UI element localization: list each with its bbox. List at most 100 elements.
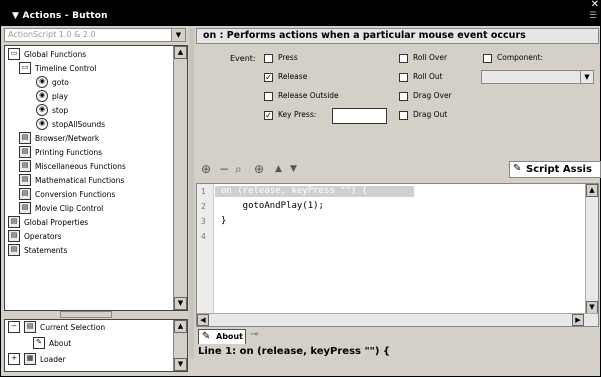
add-statement-icon[interactable]: ⊕	[201, 162, 211, 176]
toolbox-item-printing-functions[interactable]: ▤ Printing Functions	[19, 146, 102, 160]
toolbox-item-goto[interactable]: ◉ goto	[36, 76, 69, 90]
scroll-down-icon[interactable]: ▼	[174, 297, 187, 310]
roll-out-label: Roll Out	[413, 72, 443, 81]
circle-arrow-icon: ◉	[36, 104, 48, 116]
tab-about-label: About	[216, 332, 243, 341]
component-checkbox[interactable]	[483, 54, 492, 63]
chevron-down-icon[interactable]: ▼	[580, 71, 593, 83]
key-press-label: Key Press:	[278, 110, 317, 119]
toolbox-item-label: Miscellaneous Functions	[35, 162, 126, 171]
toolbox-item-label: play	[52, 92, 68, 101]
toolbox-splitter-handle[interactable]	[60, 311, 112, 318]
panel-title-bar[interactable]: ▼ Actions - Button ☰	[0, 10, 601, 25]
roll-over-label: Roll Over	[413, 53, 448, 62]
status-bar: Line 1: on (release, keyPress "") {	[196, 346, 599, 360]
drag-over-checkbox[interactable]	[399, 92, 408, 101]
scroll-up-icon[interactable]: ▲	[174, 320, 187, 333]
toolbox-item-label: stopAllSounds	[52, 120, 106, 129]
panel-title[interactable]: ▼ Actions - Button	[12, 11, 108, 21]
collapse-icon[interactable]: −	[8, 321, 20, 333]
panel-menu-icon[interactable]: ☰	[589, 11, 597, 21]
book-closed-icon: ▤	[19, 160, 31, 172]
toolbox-item-label: stop	[52, 106, 69, 115]
toolbox-item-label: Statements	[24, 246, 68, 255]
button-symbol-icon: ✎	[33, 337, 45, 349]
release-checkbox[interactable]: ✓	[264, 73, 273, 82]
book-closed-icon: ▤	[19, 202, 31, 214]
toolbox-item-label: Global Functions	[24, 50, 87, 59]
drag-out-checkbox[interactable]	[399, 111, 408, 120]
button-symbol-icon: ✎	[202, 331, 211, 342]
book-closed-icon: ▤	[19, 132, 31, 144]
scroll-up-icon[interactable]: ▲	[586, 184, 598, 197]
pencil-icon: ✎	[513, 163, 522, 174]
navigator-scrollbar[interactable]: ▲ ▼	[173, 320, 187, 371]
toolbox-item-stop[interactable]: ◉ stop	[36, 104, 68, 118]
release-label: Release	[278, 72, 308, 81]
key-press-checkbox[interactable]: ✓	[264, 111, 273, 120]
component-select[interactable]: ▼	[481, 70, 594, 84]
toolbox-item-conversion-functions[interactable]: ▤ Conversion Functions	[19, 188, 115, 202]
tab-about[interactable]: ✎ About	[198, 329, 246, 344]
script-navigator: − ▤ Current Selection ✎ About + ▦ Loader ▲ ▼	[4, 319, 188, 372]
toolbox-item-label: Timeline Control	[35, 64, 97, 73]
panel-divider[interactable]	[189, 28, 194, 358]
line-number: 3	[201, 217, 206, 226]
action-description: on : Performs actions when a particular …	[203, 30, 526, 41]
release-outside-checkbox[interactable]	[264, 92, 273, 101]
move-up-icon[interactable]: ▲	[275, 164, 282, 174]
top-bar: ✕	[0, 0, 601, 10]
roll-over-checkbox[interactable]	[399, 54, 408, 63]
toolbox-item-label: goto	[52, 78, 69, 87]
toolbox-scrollbar[interactable]: ▲ ▼	[173, 46, 187, 310]
nav-item-current-selection[interactable]: − ▤ Current Selection	[8, 321, 105, 335]
toolbox-item-stopallsounds[interactable]: ◉ stopAllSounds	[36, 118, 105, 132]
editor-horizontal-scrollbar[interactable]: ◀ ▶	[197, 313, 598, 326]
toolbox-item-timeline-control[interactable]: ▭ Timeline Control	[19, 62, 96, 76]
scroll-left-icon[interactable]: ◀	[197, 314, 209, 326]
press-checkbox[interactable]	[264, 54, 273, 63]
line-number: 1	[201, 187, 206, 196]
toolbox-item-global-properties[interactable]: ▤ Global Properties	[8, 216, 88, 230]
code-line[interactable]: on (release, keyPress "") {	[221, 186, 367, 196]
insert-target-path-icon[interactable]: ⊕	[254, 162, 264, 176]
code-line[interactable]: gotoAndPlay(1);	[221, 201, 324, 211]
toolbox-item-statements[interactable]: ▤ Statements	[8, 244, 67, 258]
key-press-input[interactable]	[332, 108, 387, 124]
toolbox-item-operators[interactable]: ▤ Operators	[8, 230, 61, 244]
pin-script-icon[interactable]: ⊸	[250, 329, 258, 340]
find-icon[interactable]: ⌕	[235, 162, 242, 177]
toolbox-item-label: Global Properties	[24, 218, 89, 227]
toolbox-item-movie-clip-control[interactable]: ▤ Movie Clip Control	[19, 202, 103, 216]
circle-arrow-icon: ◉	[36, 76, 48, 88]
editor-vertical-scrollbar[interactable]: ▲ ▼	[585, 184, 598, 314]
code-line[interactable]: }	[221, 216, 226, 226]
nav-item-label: Current Selection	[40, 323, 106, 332]
toolbox-item-browser-network[interactable]: ▤ Browser/Network	[19, 132, 99, 146]
script-editor[interactable]: 1 on (release, keyPress "") { 2 gotoAndP…	[196, 183, 599, 327]
script-toolbar: ⊕ − ⌕ ⊕ ▲ ▼ ✎ Script Assis ?	[196, 160, 601, 180]
line-number: 2	[201, 202, 206, 211]
status-text: Line 1: on (release, keyPress "") {	[198, 346, 391, 357]
actionscript-version-select[interactable]: ActionScript 1.0 & 2.0 ▼	[4, 28, 186, 42]
event-label: Event:	[230, 54, 256, 63]
book-closed-icon: ▤	[19, 174, 31, 186]
scroll-down-icon[interactable]: ▼	[174, 358, 187, 371]
toolbox-item-global-functions[interactable]: ▭ Global Functions	[8, 48, 86, 62]
toolbox-item-play[interactable]: ◉ play	[36, 90, 68, 104]
script-assist-button[interactable]: ✎ Script Assis	[509, 161, 601, 178]
nav-item-loader[interactable]: + ▦ Loader	[8, 353, 66, 367]
nav-item-about[interactable]: ✎ About	[33, 337, 71, 351]
scroll-right-icon[interactable]: ▶	[572, 314, 584, 326]
expand-icon[interactable]: +	[8, 353, 20, 365]
delete-statement-icon[interactable]: −	[219, 162, 229, 176]
book-closed-icon: ▤	[8, 230, 20, 242]
move-down-icon[interactable]: ▼	[290, 164, 297, 174]
toolbox-item-label: Conversion Functions	[35, 190, 116, 199]
scroll-up-icon[interactable]: ▲	[174, 46, 187, 59]
toolbox-item-mathematical-functions[interactable]: ▤ Mathematical Functions	[19, 174, 124, 188]
close-icon[interactable]: ✕	[591, 0, 599, 10]
chevron-down-icon[interactable]: ▼	[171, 29, 185, 41]
roll-out-checkbox[interactable]	[399, 73, 408, 82]
toolbox-item-miscellaneous-functions[interactable]: ▤ Miscellaneous Functions	[19, 160, 126, 174]
